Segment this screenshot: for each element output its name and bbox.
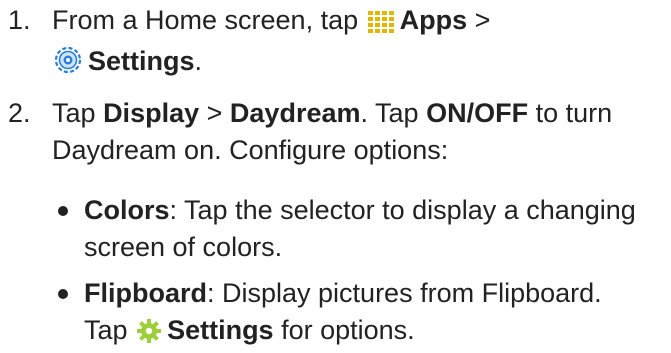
step-1-text: From a Home screen, tap Apps > Settings.	[52, 2, 663, 84]
colors-title: Colors	[84, 195, 170, 225]
tap-word: Tap	[52, 98, 96, 128]
tap-word: Tap	[84, 315, 128, 345]
step-number: 2.	[8, 98, 31, 128]
step-2: 2. Tap Display > Daydream. Tap ON/OFF to…	[0, 95, 663, 169]
step-2-suffix: to turn	[535, 98, 613, 128]
colors-desc: : Tap the selector to display a changing	[169, 195, 636, 225]
step-1-line-1: From a Home screen, tap Apps >	[52, 2, 663, 43]
period: .	[194, 46, 203, 76]
bullet-point	[58, 206, 68, 216]
gear-icon	[137, 316, 162, 353]
bullet-flipboard-line-1: Flipboard: Display pictures from Flipboa…	[84, 275, 663, 312]
bullet-point	[58, 289, 68, 299]
bullet-colors-line-2: screen of colors.	[84, 232, 283, 262]
bullet-colors-text: Colors: Tap the selector to display a ch…	[84, 192, 663, 266]
bullet-colors: Colors: Tap the selector to display a ch…	[52, 192, 663, 266]
flipboard-suffix: for options.	[281, 315, 415, 345]
period-tap: . Tap	[360, 98, 419, 128]
step-2-text: Tap Display > Daydream. Tap ON/OFF to tu…	[52, 95, 663, 169]
apps-label: Apps	[399, 5, 468, 35]
step-2-line-2: Daydream on. Configure options:	[52, 135, 449, 165]
settings-gear-icon	[54, 46, 82, 84]
apps-grid-icon	[367, 6, 394, 43]
bullet-flipboard: Flipboard: Display pictures from Flipboa…	[52, 275, 663, 353]
bullet-flipboard-text: Flipboard: Display pictures from Flipboa…	[84, 275, 663, 353]
instruction-document: 1. From a Home screen, tap Apps > Settin…	[0, 0, 671, 349]
flipboard-title: Flipboard	[84, 278, 207, 308]
settings-label: Settings	[167, 315, 274, 345]
bullet-flipboard-line-2: Tap Settings for options.	[84, 312, 663, 353]
step-1-line-2: Settings.	[52, 43, 663, 84]
display-label: Display	[103, 98, 200, 128]
separator: >	[206, 98, 223, 128]
daydream-label: Daydream	[229, 98, 361, 128]
step-2-line-1: Tap Display > Daydream. Tap ON/OFF to tu…	[52, 95, 663, 132]
settings-label: Settings	[88, 46, 195, 76]
bullet-colors-line-1: Colors: Tap the selector to display a ch…	[84, 192, 663, 229]
onoff-label: ON/OFF	[426, 98, 529, 128]
step-number: 1.	[8, 5, 31, 35]
step-1-prefix: From a Home screen, tap	[52, 5, 359, 35]
flipboard-desc: : Display pictures from Flipboard.	[207, 278, 602, 308]
step-1: 1. From a Home screen, tap Apps > Settin…	[0, 2, 663, 84]
separator: >	[474, 5, 491, 35]
